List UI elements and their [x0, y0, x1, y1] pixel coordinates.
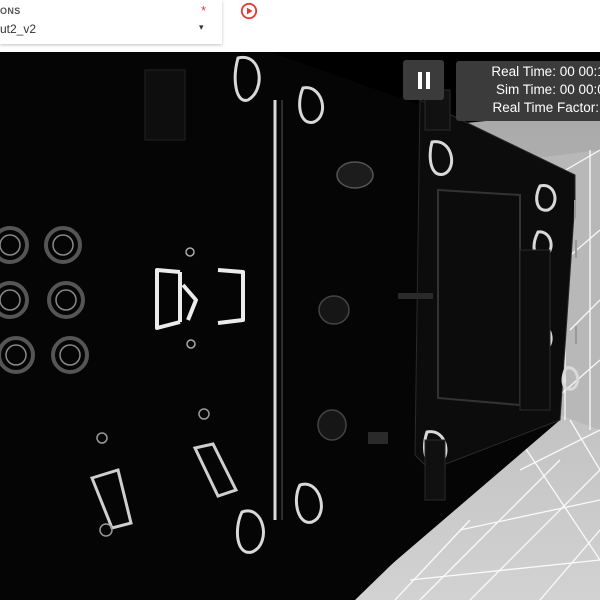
simulation-viewport[interactable] — [0, 52, 600, 600]
pause-button[interactable] — [403, 60, 444, 100]
real-time-readout: Real Time: 00 00:10: — [491, 64, 600, 79]
play-circle-icon[interactable] — [240, 2, 258, 20]
scene-render — [0, 52, 600, 600]
launch-selector[interactable]: ONS * ut2_v2 ▾ — [0, 0, 222, 44]
field-label: ONS — [0, 6, 21, 16]
required-asterisk: * — [201, 3, 207, 18]
selected-launch-file[interactable]: ut2_v2 — [0, 22, 36, 36]
pause-icon — [417, 71, 422, 89]
sim-stats-overlay: Real Time: 00 00:10: Sim Time: 00 00:02:… — [456, 61, 600, 121]
chevron-down-icon[interactable]: ▾ — [199, 22, 204, 33]
real-time-factor-readout: Real Time Factor: 0. — [492, 100, 600, 115]
sim-time-readout: Sim Time: 00 00:02: — [495, 82, 600, 97]
top-bar: ONS * ut2_v2 ▾ — [0, 0, 600, 52]
